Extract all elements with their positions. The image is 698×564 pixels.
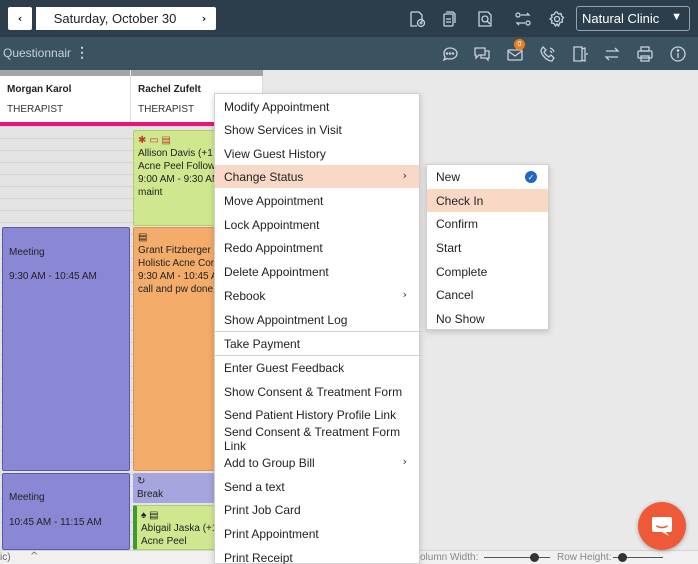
copy-document-icon[interactable]: [438, 8, 460, 30]
settings-icon[interactable]: [546, 8, 568, 30]
chevron-down-icon: ▼: [671, 11, 682, 23]
menu-item-delete-appointment[interactable]: Delete Appointment: [215, 260, 419, 283]
questionnaire-label[interactable]: Questionnair: [3, 46, 71, 60]
print-icon[interactable]: [634, 43, 656, 65]
previous-day-button[interactable]: ‹: [8, 7, 32, 30]
menu-item-view-guest-history[interactable]: View Guest History: [215, 142, 419, 165]
menu-item-send-history-link[interactable]: Send Patient History Profile Link: [215, 403, 419, 426]
status-option-start[interactable]: Start: [427, 236, 548, 259]
column-width-label: olumn Width:: [420, 552, 479, 563]
swap-icon[interactable]: [601, 43, 623, 65]
menu-item-show-consent-form[interactable]: Show Consent & Treatment Form: [215, 380, 419, 403]
staff-name: Morgan Karol: [7, 84, 72, 95]
menu-item-send-text[interactable]: Send a text: [215, 475, 419, 498]
chevron-right-icon: ›: [402, 169, 407, 182]
appointment-time: 9:30 AM - 10:45 AM: [9, 271, 97, 282]
appointment-status-icons: ♠ ▤: [141, 510, 159, 521]
refresh-icon: ↻: [137, 476, 146, 487]
appointment-note: call and pw done: [138, 284, 214, 295]
menu-item-rebook[interactable]: Rebook ›: [215, 284, 419, 307]
break-block[interactable]: ↻ Break: [133, 473, 217, 503]
menu-item-add-to-group-bill[interactable]: Add to Group Bill ›: [215, 451, 419, 474]
transfer-icon[interactable]: [512, 8, 534, 30]
chevron-left-icon: ‹: [17, 12, 23, 25]
secondary-toolbar: Questionnair ⋮: [0, 37, 698, 70]
menu-item-redo-appointment[interactable]: Redo Appointment: [215, 236, 419, 259]
status-option-no-show[interactable]: No Show: [427, 307, 548, 330]
status-option-confirm[interactable]: Confirm: [427, 212, 548, 235]
menu-item-show-services[interactable]: Show Services in Visit: [215, 118, 419, 141]
status-option-cancel[interactable]: Cancel: [427, 283, 548, 306]
appointment-status-icons: ✱ ▭ ▤: [138, 135, 171, 146]
appointment-time: 9:30 AM - 10:45 A: [138, 271, 217, 282]
menu-item-send-consent-link[interactable]: Send Consent & Treatment Form Link: [215, 425, 419, 453]
menu-item-print-job-card[interactable]: Print Job Card: [215, 498, 419, 521]
clinic-select[interactable]: Natural Clinic ▼: [576, 6, 690, 31]
menu-item-modify-appointment[interactable]: Modify Appointment: [215, 95, 419, 118]
chevron-right-icon: ›: [201, 12, 207, 25]
menu-item-print-appointment[interactable]: Print Appointment: [215, 522, 419, 545]
menu-item-enter-guest-feedback[interactable]: Enter Guest Feedback: [215, 356, 419, 379]
appointment-context-menu: Modify Appointment Show Services in Visi…: [214, 93, 420, 564]
appointment-guest: Abigail Jaska (+1: [141, 523, 217, 534]
appointment-note: maint: [138, 187, 163, 198]
menu-item-show-appointment-log[interactable]: Show Appointment Log: [215, 308, 419, 331]
appointment-block[interactable]: ✱ ▭ ▤ Allison Davis (+1 4 Acne Peel Foll…: [133, 130, 217, 226]
door-exit-icon[interactable]: [569, 43, 591, 65]
add-document-icon[interactable]: [406, 8, 428, 30]
appointment-block[interactable]: Meeting 9:30 AM - 10:45 AM: [2, 227, 130, 471]
appointment-service: Acne Peel Follow-: [138, 161, 217, 172]
menu-item-move-appointment[interactable]: Move Appointment: [215, 189, 419, 212]
change-status-submenu: New ✓ Check In Confirm Start Complete Can…: [426, 164, 549, 330]
current-date-label[interactable]: Saturday, October 30: [36, 7, 194, 30]
row-height-slider-handle[interactable]: [618, 553, 627, 562]
appointment-block[interactable]: ▤ Grant Fitzberger ( Holistic Acne Con 9…: [133, 227, 217, 471]
expand-caret-icon[interactable]: ^: [30, 551, 38, 562]
column-width-slider-track[interactable]: [484, 557, 550, 558]
chevron-right-icon: ›: [402, 288, 407, 301]
appointment-service: Acne Peel: [141, 536, 187, 547]
chat-bubble-icon: [652, 517, 672, 536]
staff-role: THERAPIST: [7, 104, 64, 115]
next-day-button[interactable]: ›: [192, 7, 216, 30]
menu-item-take-payment[interactable]: Take Payment: [215, 332, 419, 355]
messages-icon[interactable]: [471, 43, 493, 65]
appointment-time: 10:45 AM - 11:15 AM: [9, 517, 102, 528]
status-option-complete[interactable]: Complete: [427, 260, 548, 283]
notification-badge: 0: [514, 39, 525, 50]
staff-column-header[interactable]: Morgan Karol THERAPIST: [0, 76, 131, 122]
appointment-service: Holistic Acne Con: [138, 258, 217, 269]
search-document-icon[interactable]: [474, 8, 496, 30]
appointment-status-icons: ▤: [138, 232, 148, 243]
bottom-left-text: ic): [0, 552, 11, 563]
appointment-guest: Grant Fitzberger (: [138, 245, 217, 256]
appointment-block[interactable]: ♠ ▤ Abigail Jaska (+1 Acne Peel: [133, 505, 217, 550]
info-icon[interactable]: [667, 43, 689, 65]
appointment-title: Meeting: [9, 492, 45, 503]
clinic-select-value: Natural Clinic: [582, 11, 660, 26]
checkmark-icon: ✓: [525, 171, 537, 183]
break-title: Break: [137, 489, 164, 500]
status-option-new[interactable]: New ✓: [427, 165, 548, 188]
support-chat-button[interactable]: [638, 502, 686, 550]
staff-role: THERAPIST: [138, 104, 195, 115]
chat-icon[interactable]: [439, 43, 461, 65]
column-width-slider-handle[interactable]: [530, 553, 539, 562]
appointment-time: 9:00 AM - 9:30 AM: [138, 174, 217, 185]
menu-item-print-receipt[interactable]: Print Receipt: [215, 546, 419, 564]
appointment-title: Meeting: [9, 247, 45, 258]
menu-item-change-status[interactable]: Change Status ›: [215, 165, 419, 188]
status-option-check-in[interactable]: Check In: [427, 189, 548, 212]
kebab-menu-icon[interactable]: ⋮: [75, 44, 89, 61]
staff-name: Rachel Zufelt: [138, 84, 201, 95]
appointment-block[interactable]: Meeting 10:45 AM - 11:15 AM: [2, 473, 130, 550]
appointment-guest: Allison Davis (+1 4: [138, 148, 217, 159]
top-toolbar: ‹ Saturday, October 30 › Natural Clinic …: [0, 0, 698, 37]
phone-icon[interactable]: [537, 43, 559, 65]
chevron-right-icon: ›: [402, 455, 407, 468]
menu-item-lock-appointment[interactable]: Lock Appointment: [215, 213, 419, 236]
row-height-label: Row Height:: [557, 552, 612, 563]
